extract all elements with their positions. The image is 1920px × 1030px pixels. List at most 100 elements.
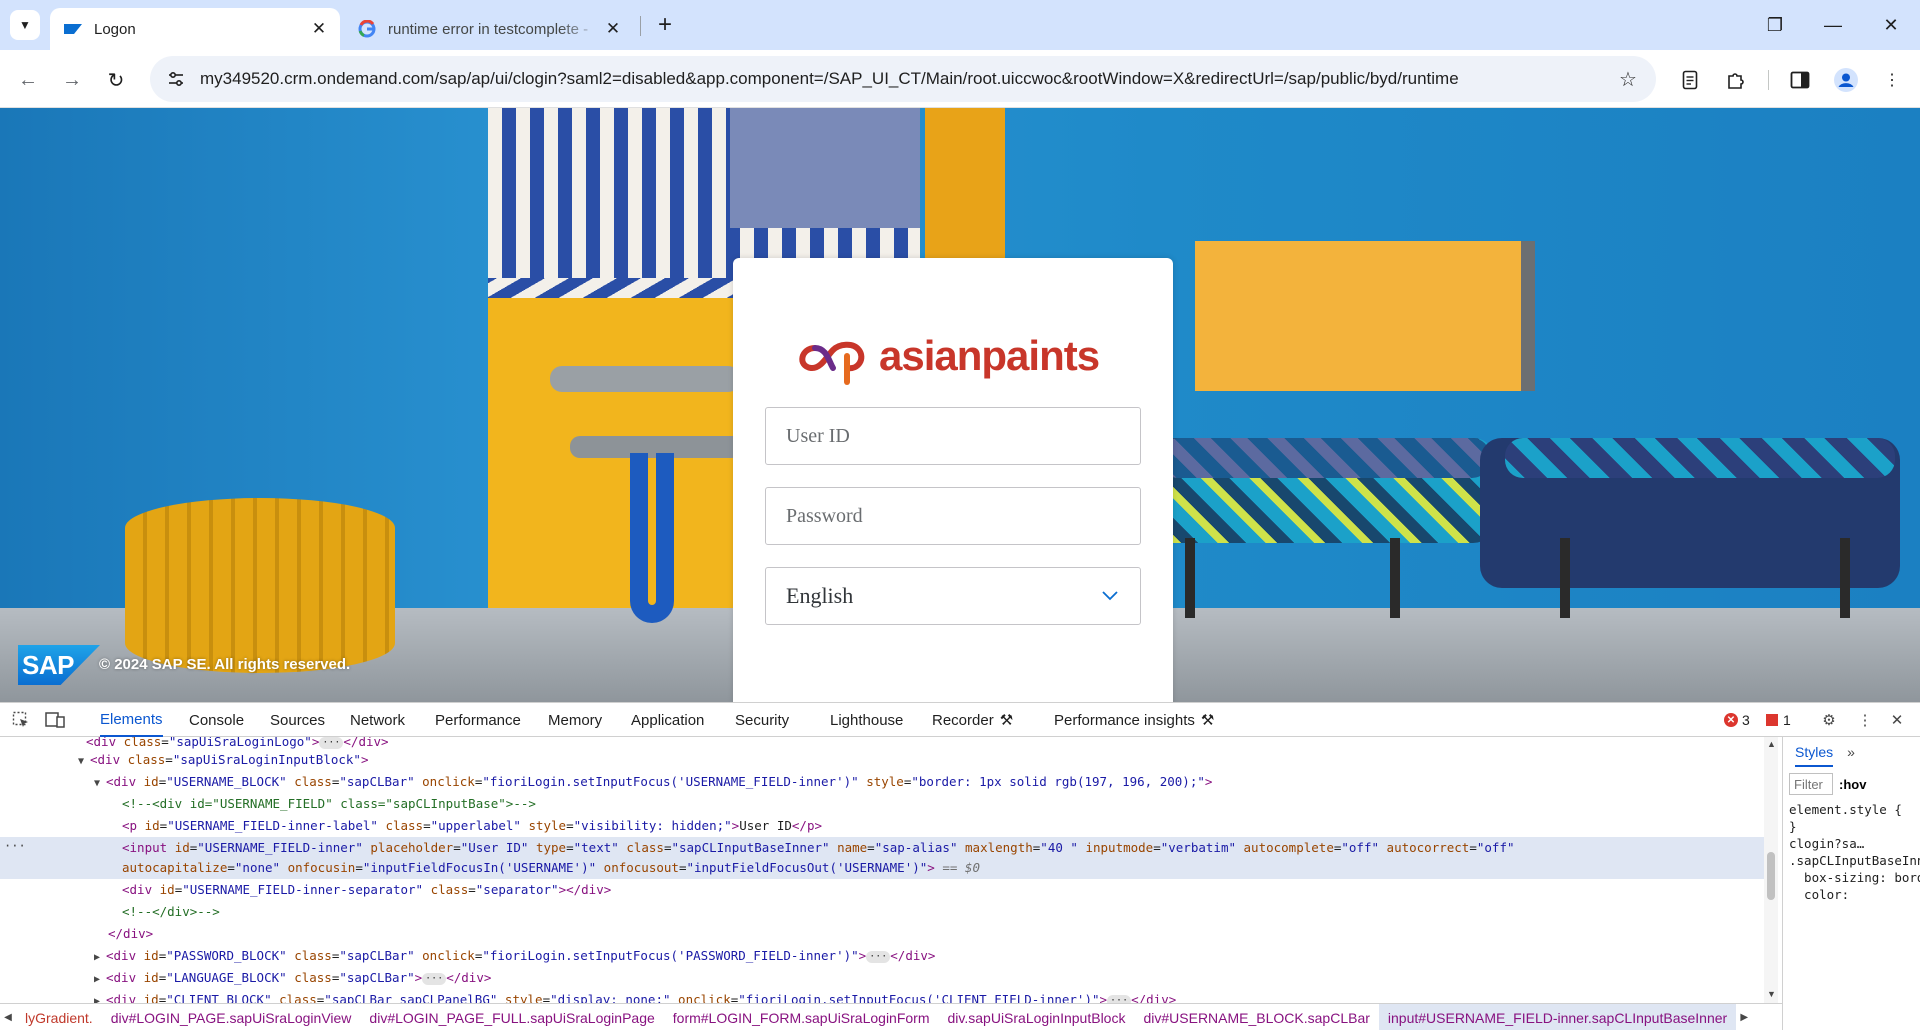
background-chair <box>550 366 740 392</box>
breadcrumb-item[interactable]: form#LOGIN_FORM.sapUiSraLoginForm <box>664 1010 939 1026</box>
tab-logon[interactable]: Logon ✕ <box>50 8 340 50</box>
side-panel-icon[interactable] <box>1784 64 1816 96</box>
dom-node-selected[interactable]: <input id="USERNAME_FIELD-inner" placeho… <box>0 837 1764 859</box>
site-info-icon[interactable] <box>156 61 196 97</box>
dom-node[interactable]: <p id="USERNAME_FIELD-inner-label" class… <box>0 815 1764 837</box>
url-text[interactable]: my349520.crm.ondemand.com/sap/ap/ui/clog… <box>196 69 1608 89</box>
inspect-element-icon[interactable] <box>10 709 32 731</box>
node-actions-icon[interactable]: ··· <box>4 839 26 853</box>
bench-leg <box>1390 538 1400 618</box>
extensions-icon[interactable] <box>1720 64 1752 96</box>
dom-comment[interactable]: <!--</div>--> <box>0 901 1764 923</box>
devtools-panel: Elements Console Sources Network Perform… <box>0 702 1920 1030</box>
styles-tab[interactable]: Styles <box>1795 737 1834 767</box>
error-count: 3 <box>1742 712 1750 728</box>
dom-node[interactable]: ▶ <div id="LANGUAGE_BLOCK" class="sapCLBa… <box>0 967 1764 989</box>
devtools-tab-security[interactable]: Security <box>735 703 789 737</box>
dom-node[interactable]: ▶ <div id="PASSWORD_BLOCK" class="sapCLBa… <box>0 945 1764 967</box>
background-frame <box>1195 241 1535 391</box>
forward-icon[interactable]: → <box>56 64 88 96</box>
close-icon[interactable]: ✕ <box>308 18 330 40</box>
brand-name: asianpaints <box>879 332 1100 379</box>
devtools-tab-console[interactable]: Console <box>189 703 244 737</box>
dom-scrollbar[interactable]: ▲ ▼ <box>1764 737 1778 1003</box>
scrollbar-thumb[interactable] <box>1767 852 1775 900</box>
devtools-tab-application[interactable]: Application <box>631 703 704 737</box>
dom-node-selected-continued[interactable]: autocapitalize="none" onfocusin="inputFi… <box>0 857 1764 879</box>
dom-tree[interactable]: <div class="sapUiSraLoginLogo"> ··· </div>… <box>0 737 1764 1003</box>
scroll-down-icon[interactable]: ▼ <box>1767 989 1776 999</box>
reading-mode-icon[interactable] <box>1674 64 1706 96</box>
asianpaints-mark-icon <box>799 341 865 385</box>
breadcrumb-item[interactable]: lyGradient. <box>16 1010 102 1026</box>
styles-filter-input[interactable] <box>1789 773 1833 795</box>
profile-avatar-icon[interactable] <box>1830 64 1862 96</box>
devtools-tab-memory[interactable]: Memory <box>548 703 602 737</box>
devtools-tab-performance[interactable]: Performance <box>435 703 521 737</box>
dom-node[interactable]: ▼ <div id="USERNAME_BLOCK" class="sapCLBa… <box>0 771 1764 793</box>
devtools-tab-recorder[interactable]: Recorder ⚒ <box>932 703 1013 737</box>
password-field[interactable] <box>765 487 1141 545</box>
close-icon[interactable]: ✕ <box>602 18 624 40</box>
chevron-down-icon[interactable] <box>1100 586 1120 606</box>
error-count-badge[interactable]: ✕ 3 <box>1724 711 1750 729</box>
tab-runtime-error[interactable]: runtime error in testcomplete - ✕ <box>344 8 634 50</box>
reload-icon[interactable]: ↻ <box>100 64 132 96</box>
error-icon: ✕ <box>1724 713 1738 727</box>
user-id-input[interactable] <box>786 424 1120 448</box>
close-window-icon[interactable]: ✕ <box>1862 0 1920 50</box>
breadcrumb-right-icon[interactable]: ▶ <box>1736 1012 1752 1023</box>
breadcrumb-item[interactable]: div.sapUiSraLoginInputBlock <box>939 1010 1135 1026</box>
background-yellow-panel <box>488 298 738 618</box>
tab-separator <box>640 16 641 36</box>
breadcrumb-item-selected[interactable]: input#USERNAME_FIELD-inner.sapCLInputBas… <box>1378 1004 1737 1030</box>
breadcrumb-left-icon[interactable]: ◀ <box>0 1012 16 1023</box>
address-bar[interactable]: my349520.crm.ondemand.com/sap/ap/ui/clog… <box>150 56 1656 102</box>
background-table-leg <box>630 453 674 623</box>
tab-label: Performance insights <box>1054 711 1195 729</box>
dom-comment[interactable]: <!--<div id="USERNAME_FIELD" class="sapC… <box>0 793 1764 815</box>
password-input[interactable] <box>786 504 1120 528</box>
minimize-icon[interactable]: — <box>1804 0 1862 50</box>
device-toolbar-icon[interactable] <box>44 709 66 731</box>
restore-icon[interactable]: ❐ <box>1746 0 1804 50</box>
devtools-tab-performance-insights[interactable]: Performance insights ⚒ <box>1054 703 1214 737</box>
background-rug-block <box>730 108 920 228</box>
breadcrumb-item[interactable]: div#LOGIN_PAGE.sapUiSraLoginView <box>102 1010 361 1026</box>
close-devtools-icon[interactable]: ✕ <box>1886 709 1908 731</box>
tab-label: Recorder <box>932 711 994 729</box>
language-value: English <box>786 583 854 608</box>
dom-node[interactable]: ▶ <div id="CLIENT_BLOCK" class="sapCLBar … <box>0 989 1764 1003</box>
language-select[interactable]: English <box>765 567 1141 625</box>
scroll-up-icon[interactable]: ▲ <box>1767 739 1776 749</box>
flask-icon: ⚒ <box>999 712 1014 729</box>
chevron-down-icon: ▼ <box>19 18 31 32</box>
bookmark-star-icon[interactable]: ☆ <box>1608 61 1648 97</box>
new-tab-button[interactable]: + <box>650 10 680 40</box>
devtools-tab-network[interactable]: Network <box>350 703 405 737</box>
browser-toolbar: ← → ↻ my349520.crm.ondemand.com/sap/ap/u… <box>0 50 1920 108</box>
devtools-tab-bar: Elements Console Sources Network Perform… <box>0 703 1920 737</box>
back-icon[interactable]: ← <box>12 64 44 96</box>
breadcrumb-item[interactable]: div#USERNAME_BLOCK.sapCLBar <box>1134 1010 1378 1026</box>
brand-logo: asianpaints <box>793 326 1100 386</box>
breadcrumb-item[interactable]: div#LOGIN_PAGE_FULL.sapUiSraLoginPage <box>360 1010 663 1026</box>
bench-leg <box>1840 538 1850 618</box>
devtools-tab-lighthouse[interactable]: Lighthouse <box>830 703 903 737</box>
hover-state-toggle[interactable]: :hov <box>1839 777 1866 792</box>
more-tabs-icon[interactable]: » <box>1847 744 1855 760</box>
settings-gear-icon[interactable]: ⚙ <box>1818 709 1840 731</box>
more-menu-icon[interactable]: ⋮ <box>1876 64 1908 96</box>
devtools-tab-elements[interactable]: Elements <box>100 703 163 737</box>
sap-favicon-icon <box>64 20 82 38</box>
tab-title: Logon <box>94 20 136 38</box>
dom-node[interactable]: </div> <box>0 923 1764 945</box>
tab-search-button[interactable]: ▼ <box>10 10 40 40</box>
issues-count-badge[interactable]: 1 <box>1766 711 1791 729</box>
background-bench-cushion <box>1160 438 1490 478</box>
devtools-tab-sources[interactable]: Sources <box>270 703 325 737</box>
dom-node[interactable]: <div id="USERNAME_FIELD-inner-separator"… <box>0 879 1764 901</box>
dom-node[interactable]: ▼ <div class="sapUiSraLoginInputBlock"> <box>0 749 1764 771</box>
user-id-field[interactable] <box>765 407 1141 465</box>
devtools-more-icon[interactable]: ⋮ <box>1854 709 1876 731</box>
